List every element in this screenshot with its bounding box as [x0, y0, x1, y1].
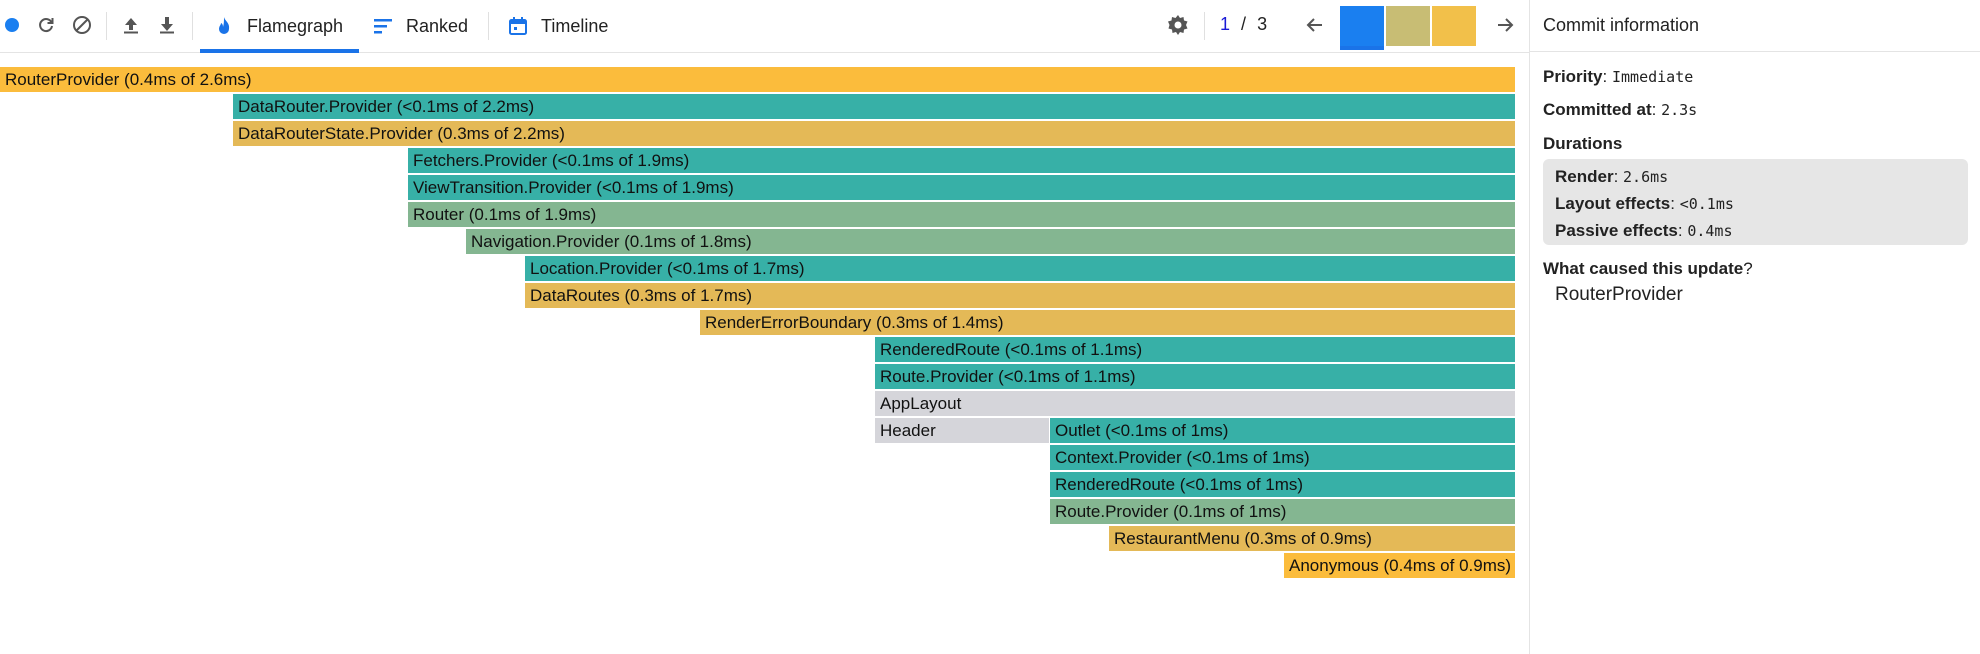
- update-cause-heading: What caused this update?: [1543, 259, 1753, 278]
- durations-label: Durations: [1543, 134, 1623, 153]
- flamegraph-frame[interactable]: Route.Provider (0.1ms of 1ms): [1050, 499, 1516, 524]
- commit-total: 3: [1257, 14, 1268, 34]
- settings-gear-icon[interactable]: [1166, 12, 1190, 38]
- flamegraph-frame[interactable]: Navigation.Provider (0.1ms of 1.8ms): [466, 229, 1516, 254]
- committed-at-label: Committed at: [1543, 100, 1652, 119]
- download-icon[interactable]: [155, 12, 179, 38]
- committed-at-row: Committed at: 2.3s: [1543, 100, 1698, 119]
- flamegraph-frame[interactable]: DataRouterState.Provider (0.3ms of 2.2ms…: [233, 121, 1516, 146]
- flamegraph-frame[interactable]: Anonymous (0.4ms of 0.9ms): [1284, 553, 1516, 578]
- commit-bar[interactable]: [1386, 6, 1430, 46]
- commit-index: 1: [1220, 14, 1231, 34]
- toolbar-divider: [192, 12, 193, 40]
- flamegraph-frame[interactable]: Header: [875, 418, 1050, 443]
- priority-value: Immediate: [1611, 68, 1694, 86]
- flamegraph-frame[interactable]: RenderedRoute (<0.1ms of 1ms): [1050, 472, 1516, 497]
- passive-effects-row: Passive effects: 0.4ms: [1555, 221, 1733, 240]
- render-label: Render: [1555, 167, 1614, 186]
- flamegraph-frame[interactable]: DataRouter.Provider (<0.1ms of 2.2ms): [233, 94, 1516, 119]
- flamegraph-chart: RouterProvider (0.4ms of 2.6ms) DataRoute…: [0, 53, 1529, 654]
- flamegraph-frame[interactable]: Router (0.1ms of 1.9ms): [408, 202, 1516, 227]
- commit-information-panel: Commit information Priority: Immediate C…: [1529, 0, 1980, 654]
- update-cause-label: What caused this update: [1543, 259, 1744, 278]
- flamegraph-frame[interactable]: RestaurantMenu (0.3ms of 0.9ms): [1109, 526, 1516, 551]
- tab-ranked[interactable]: Ranked: [372, 0, 468, 52]
- calendar-icon: [507, 15, 529, 37]
- reload-icon[interactable]: [34, 12, 58, 38]
- toolbar-divider: [1204, 12, 1205, 40]
- tab-flamegraph[interactable]: Flamegraph: [200, 0, 359, 53]
- flamegraph-frame[interactable]: Location.Provider (<0.1ms of 1.7ms): [525, 256, 1516, 281]
- commit-selector[interactable]: [1340, 6, 1476, 52]
- durations-box: Render: 2.6ms Layout effects: <0.1ms Pas…: [1543, 159, 1968, 245]
- commit-bar[interactable]: [1432, 6, 1476, 46]
- panel-title: Commit information: [1530, 0, 1980, 52]
- commit-separator: /: [1241, 14, 1247, 34]
- passive-effects-label: Passive effects: [1555, 221, 1678, 240]
- flamegraph-frame[interactable]: RouterProvider (0.4ms of 2.6ms): [0, 67, 1516, 92]
- clear-icon[interactable]: [70, 12, 94, 38]
- tab-flamegraph-label: Flamegraph: [247, 15, 344, 36]
- render-duration-row: Render: 2.6ms: [1555, 167, 1669, 186]
- flame-icon: [213, 15, 235, 37]
- update-cause-component[interactable]: RouterProvider: [1555, 284, 1683, 306]
- flamegraph-frame[interactable]: RenderedRoute (<0.1ms of 1.1ms): [875, 337, 1516, 362]
- flamegraph-frame[interactable]: Context.Provider (<0.1ms of 1ms): [1050, 445, 1516, 470]
- priority-label: Priority: [1543, 67, 1603, 86]
- next-commit-arrow-icon[interactable]: [1493, 12, 1517, 38]
- commit-information-title: Commit information: [1543, 15, 1700, 35]
- passive-effects-value: 0.4ms: [1687, 222, 1733, 240]
- tab-timeline-label: Timeline: [541, 15, 609, 36]
- flamegraph-frame[interactable]: RenderErrorBoundary (0.3ms of 1.4ms): [700, 310, 1516, 335]
- layout-effects-row: Layout effects: <0.1ms: [1555, 194, 1734, 213]
- layout-effects-label: Layout effects: [1555, 194, 1671, 213]
- previous-commit-arrow-icon[interactable]: [1303, 12, 1327, 38]
- ranked-icon: [372, 15, 394, 37]
- durations-heading: Durations: [1543, 134, 1622, 154]
- record-icon[interactable]: [0, 12, 24, 38]
- tab-timeline[interactable]: Timeline: [507, 0, 608, 52]
- render-value: 2.6ms: [1623, 168, 1669, 186]
- flamegraph-frame[interactable]: DataRoutes (0.3ms of 1.7ms): [525, 283, 1516, 308]
- toolbar-divider: [106, 12, 107, 40]
- toolbar-divider: [488, 12, 489, 40]
- flamegraph-frame[interactable]: Outlet (<0.1ms of 1ms): [1050, 418, 1516, 443]
- upload-icon[interactable]: [119, 12, 143, 38]
- tab-ranked-label: Ranked: [406, 15, 469, 36]
- flamegraph-frame[interactable]: ViewTransition.Provider (<0.1ms of 1.9ms…: [408, 175, 1516, 200]
- profiler-toolbar: Flamegraph Ranked Timeline 1 / 3: [0, 0, 1529, 53]
- flamegraph-frame[interactable]: Fetchers.Provider (<0.1ms of 1.9ms): [408, 148, 1516, 173]
- priority-row: Priority: Immediate: [1543, 67, 1694, 86]
- flamegraph-frame[interactable]: AppLayout: [875, 391, 1516, 416]
- committed-at-value: 2.3s: [1661, 101, 1698, 119]
- flamegraph-frame[interactable]: Route.Provider (<0.1ms of 1.1ms): [875, 364, 1516, 389]
- commit-counter: 1 / 3: [1220, 14, 1267, 35]
- layout-effects-value: <0.1ms: [1679, 195, 1734, 213]
- commit-bar[interactable]: [1340, 6, 1384, 50]
